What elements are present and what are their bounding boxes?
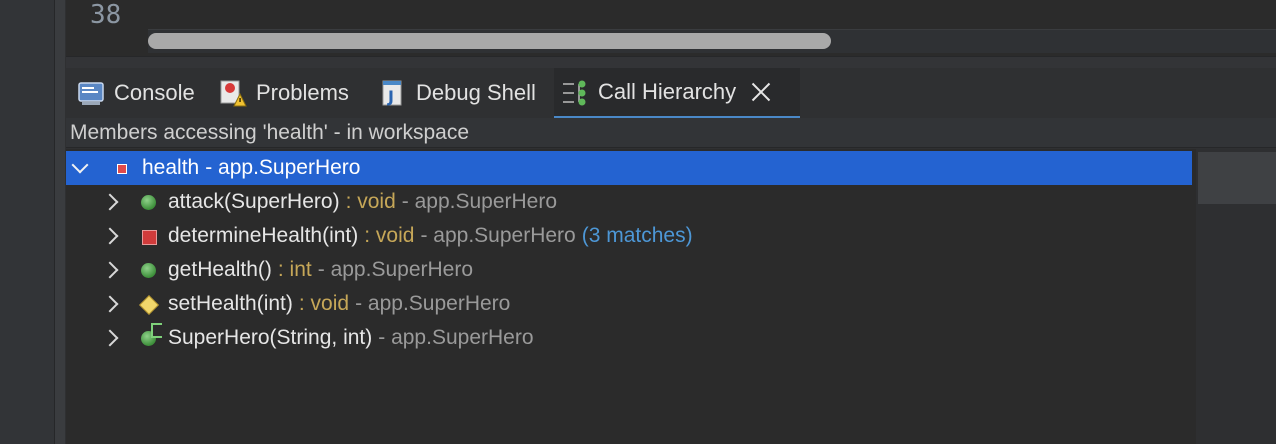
- member-name: determineHealth(int): [168, 224, 359, 247]
- member-owner: - app.SuperHero: [378, 326, 534, 349]
- tab-problems[interactable]: Problems: [218, 68, 373, 118]
- member-type: : void: [298, 292, 350, 315]
- chevron-right-icon[interactable]: [96, 219, 126, 253]
- public-method-icon: [138, 185, 158, 219]
- close-icon[interactable]: [750, 81, 772, 103]
- chevron-right-icon[interactable]: [96, 321, 126, 355]
- member-owner: - app.SuperHero: [401, 190, 558, 213]
- view-status-label: Members accessing 'health' - in workspac…: [66, 118, 1276, 148]
- svg-text:J: J: [387, 87, 394, 106]
- line-number: 38: [90, 0, 122, 30]
- match-count: (3 matches): [581, 224, 693, 247]
- tree-row[interactable]: SuperHero(String, int) - app.SuperHero: [66, 321, 1192, 355]
- tab-label: Debug Shell: [416, 80, 536, 105]
- problems-icon: [218, 78, 248, 108]
- member-name: SuperHero(String, int): [168, 326, 373, 349]
- constructor-icon: [138, 321, 162, 355]
- horizontal-scrollbar-thumb[interactable]: [148, 33, 831, 49]
- member-type: : int: [277, 258, 312, 281]
- left-gutter-strip: [55, 0, 65, 444]
- tab-label: Console: [114, 80, 195, 105]
- member-owner: - app.SuperHero: [420, 224, 576, 247]
- private-method-icon: [138, 219, 158, 253]
- member-owner: - app.SuperHero: [205, 156, 361, 179]
- member-type: : void: [364, 224, 415, 247]
- tree-row[interactable]: getHealth() : int - app.SuperHero: [66, 253, 1192, 287]
- member-name: health: [142, 156, 200, 179]
- tab-debug-shell[interactable]: J Debug Shell: [378, 68, 550, 118]
- chevron-down-icon[interactable]: [66, 151, 96, 185]
- console-icon: [76, 78, 106, 108]
- tree-row[interactable]: setHealth(int) : void - app.SuperHero: [66, 287, 1192, 321]
- panel-separator: [66, 56, 1276, 68]
- member-owner: - app.SuperHero: [317, 258, 474, 281]
- field-icon: [112, 151, 132, 185]
- chevron-right-icon[interactable]: [96, 253, 126, 287]
- call-hierarchy-tree: health - app.SuperHero attack(SuperHero)…: [66, 149, 1196, 444]
- tab-console[interactable]: Console: [76, 68, 216, 118]
- tab-label: Problems: [256, 80, 349, 105]
- member-type: : void: [345, 190, 396, 213]
- tree-root-row[interactable]: health - app.SuperHero: [66, 151, 1192, 185]
- member-owner: - app.SuperHero: [355, 292, 511, 315]
- chevron-right-icon[interactable]: [96, 185, 126, 219]
- view-tab-bar: Console Problems J Debug Shell Call Hier…: [66, 68, 1276, 118]
- call-hierarchy-icon: [560, 77, 590, 107]
- left-gutter: [0, 0, 55, 444]
- vertical-scrollbar-thumb[interactable]: [1198, 152, 1276, 204]
- tree-row[interactable]: attack(SuperHero) : void - app.SuperHero: [66, 185, 1192, 219]
- public-method-icon: [138, 253, 158, 287]
- tree-row[interactable]: determineHealth(int) : void - app.SuperH…: [66, 219, 1192, 253]
- protected-method-icon: [138, 287, 158, 321]
- tab-label: Call Hierarchy: [598, 79, 737, 104]
- member-name: getHealth(): [168, 258, 272, 281]
- debug-shell-icon: J: [378, 78, 408, 108]
- chevron-right-icon[interactable]: [96, 287, 126, 321]
- tab-call-hierarchy[interactable]: Call Hierarchy: [554, 68, 800, 118]
- member-name: setHealth(int): [168, 292, 293, 315]
- member-name: attack(SuperHero): [168, 190, 340, 213]
